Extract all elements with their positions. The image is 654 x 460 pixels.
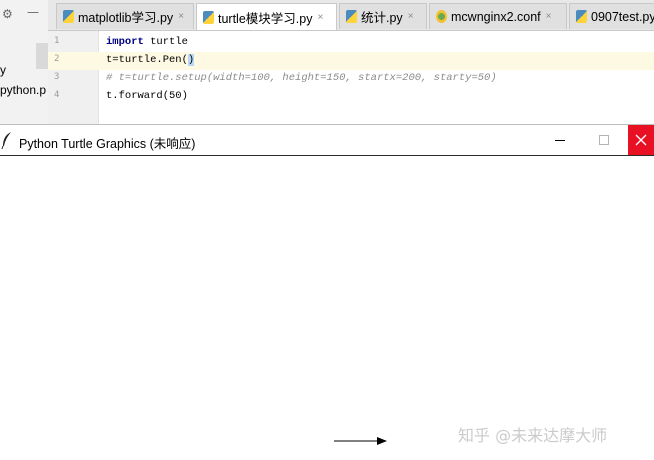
- close-button[interactable]: [628, 125, 654, 155]
- close-icon: [635, 134, 647, 146]
- tab-0907test[interactable]: 0907test.py: [569, 3, 654, 29]
- line-number: 3: [54, 72, 60, 82]
- project-file[interactable]: y: [0, 63, 6, 77]
- code-editor[interactable]: 1 import turtle 2 t=turtle.Pen() 3 # t=t…: [48, 31, 654, 124]
- close-tab-icon[interactable]: ×: [546, 11, 552, 22]
- turtle-graphics-window: Python Turtle Graphics (未响应) 知乎 @未来达摩大师: [0, 124, 654, 460]
- close-tab-icon[interactable]: ×: [178, 11, 184, 22]
- tab-turtle[interactable]: turtle模块学习.py ×: [196, 3, 337, 30]
- code-line[interactable]: 4 t.forward(50): [48, 88, 654, 106]
- line-number: 1: [54, 36, 60, 46]
- comment-text: # t=turtle.setup(width=100, height=150, …: [106, 72, 497, 84]
- editor-tabbar: matplotlib学习.py × turtle模块学习.py × 统计.py …: [48, 0, 654, 31]
- line-number: 4: [54, 90, 60, 100]
- python-file-icon: [346, 10, 357, 23]
- tab-label: mcwnginx2.conf: [451, 9, 541, 24]
- code-text: t=turtle.Pen(): [106, 54, 195, 66]
- tab-matplotlib[interactable]: matplotlib学习.py ×: [56, 3, 194, 29]
- code-text: import turtle: [106, 36, 188, 48]
- code-line[interactable]: 1 import turtle: [48, 34, 654, 52]
- code-line[interactable]: 3 # t=turtle.setup(width=100, height=150…: [48, 70, 654, 88]
- turtle-arrow-icon: [334, 437, 387, 445]
- feather-icon: [1, 132, 11, 149]
- maximize-icon: [599, 135, 609, 145]
- python-file-icon: [203, 10, 214, 24]
- window-title: Python Turtle Graphics (未响应): [19, 137, 196, 151]
- maximize-button[interactable]: [584, 125, 624, 155]
- tab-label: 0907test.py: [591, 9, 654, 24]
- line-number: 2: [54, 54, 60, 64]
- tab-label: matplotlib学习.py: [78, 11, 174, 25]
- code-text: t.forward(50): [106, 90, 188, 102]
- turtle-canvas[interactable]: [0, 156, 654, 460]
- tab-stats[interactable]: 统计.py ×: [339, 3, 427, 29]
- watermark: 知乎 @未来达摩大师: [458, 426, 608, 445]
- code-line-current[interactable]: 2 t=turtle.Pen(): [48, 52, 654, 70]
- close-tab-icon[interactable]: ×: [317, 12, 323, 23]
- python-file-icon: [576, 10, 587, 23]
- project-file[interactable]: python.p: [0, 83, 46, 97]
- window-titlebar[interactable]: Python Turtle Graphics (未响应): [0, 124, 654, 156]
- tab-label: 统计.py: [361, 11, 403, 25]
- minimize-button[interactable]: [540, 125, 580, 155]
- close-tab-icon[interactable]: ×: [408, 11, 414, 22]
- code-token: turtle: [143, 36, 188, 48]
- minimize-icon: [555, 140, 565, 141]
- project-selection: [36, 43, 48, 69]
- python-file-icon: [63, 10, 74, 23]
- code-token: t=turtle.Pen(: [106, 54, 188, 66]
- tab-nginx-conf[interactable]: mcwnginx2.conf ×: [429, 3, 567, 29]
- project-panel: ⚙ — y python.p: [0, 0, 49, 124]
- keyword-token: import: [106, 36, 144, 48]
- collapse-icon[interactable]: —: [27, 5, 39, 19]
- matched-paren: ): [187, 54, 195, 66]
- conf-file-icon: [436, 10, 447, 23]
- tab-label: turtle模块学习.py: [218, 11, 313, 26]
- gear-icon[interactable]: ⚙: [2, 7, 13, 21]
- ide-window: ⚙ — y python.p matplotlib学习.py × turtle模…: [0, 0, 654, 124]
